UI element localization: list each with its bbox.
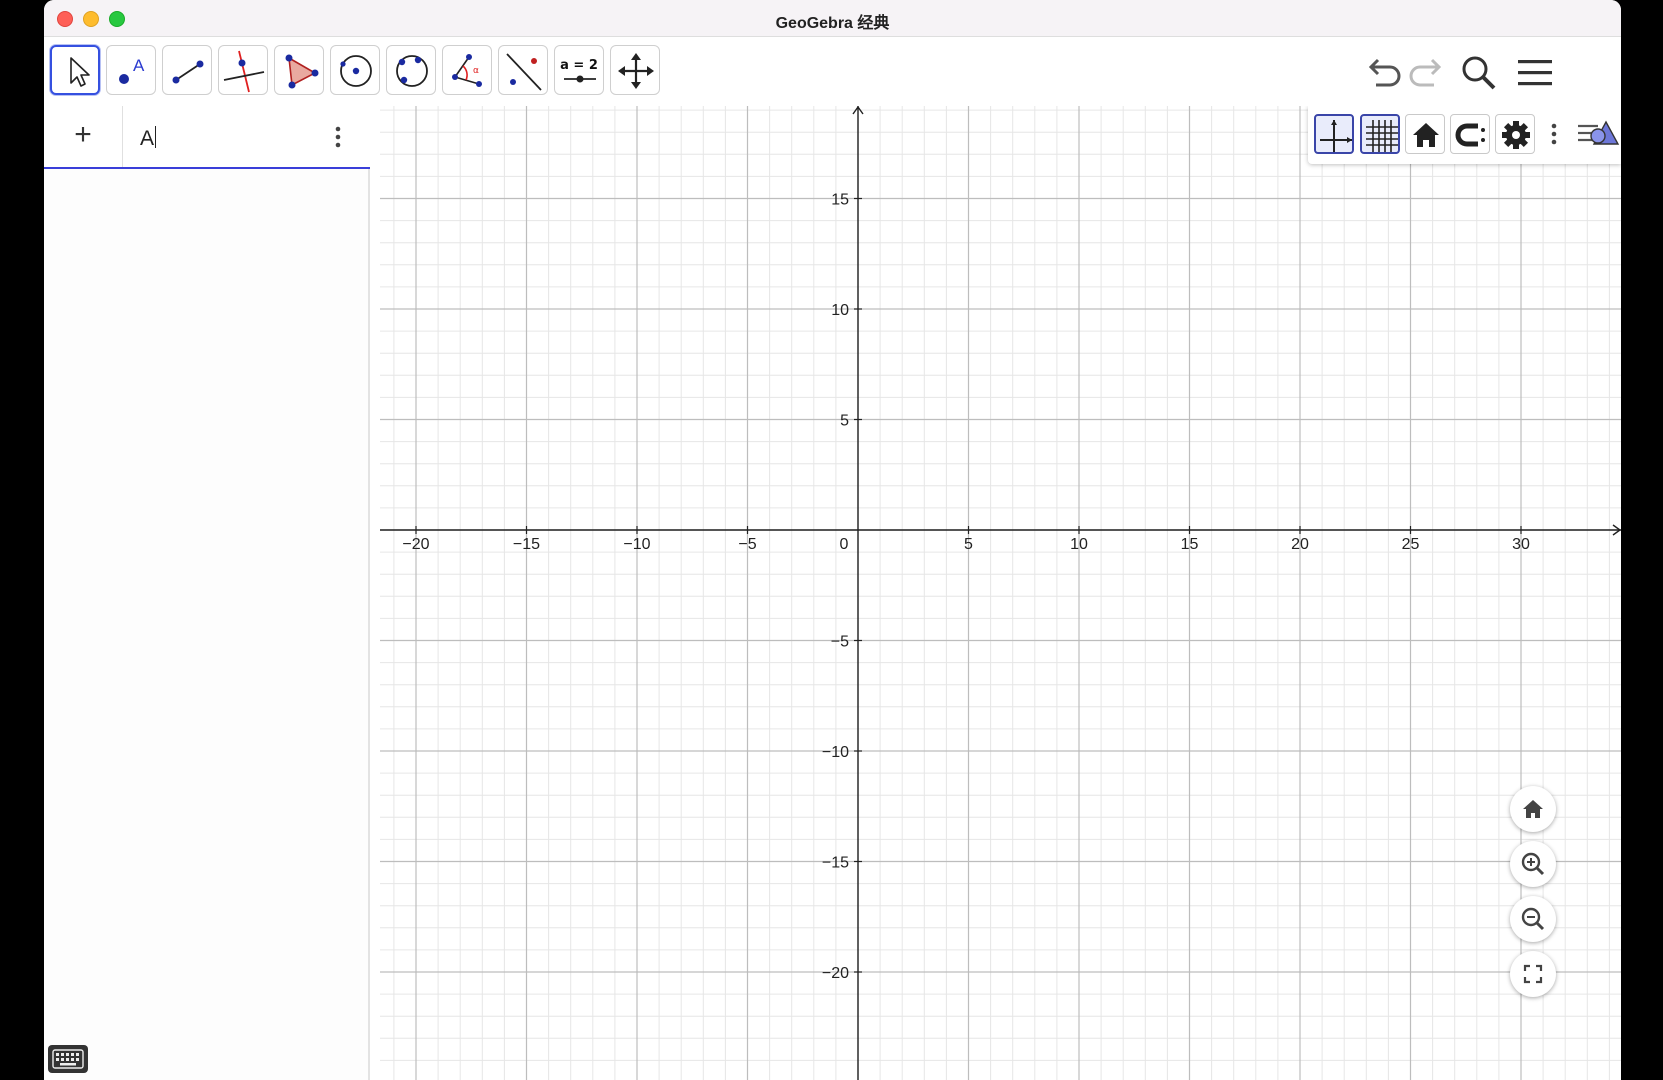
perpendicular-line-tool-icon [223,50,265,93]
window-title: GeoGebra 经典 [775,15,890,32]
redo-icon [1409,58,1442,87]
y-axis-labels: 15 10 5 −5 −10 −15 −20 [822,192,862,982]
segment-tool-icon [172,60,204,84]
y-tick-label: 15 [831,192,849,209]
fullscreen-icon [1523,964,1543,984]
reflect-line-tool-button[interactable] [498,45,548,95]
x-tick-label: 0 [840,536,849,553]
slider-tool-button[interactable]: a = 2 [554,45,604,95]
slider-tool-icon [564,75,596,83]
add-item-button[interactable]: + [44,106,123,167]
zoom-out-icon [1521,907,1545,931]
polygon-tool-icon [285,54,319,89]
move-tool-button[interactable] [50,45,100,95]
x-tick-label: −5 [738,536,756,553]
svg-text:α: α [473,66,479,76]
fullscreen-button[interactable] [1510,951,1556,997]
axes-toggle-button[interactable] [1314,114,1354,154]
x-tick-label: 10 [1070,536,1088,553]
more-options-icon [1551,123,1557,145]
settings-icon [1502,121,1530,149]
reflect-line-tool-icon [506,53,542,91]
circle-center-point-tool-button[interactable] [330,45,380,95]
standard-view-button[interactable] [1405,114,1445,154]
move-tool-icon [70,57,90,87]
keyboard-icon [52,1049,84,1069]
point-tool-icon: A [119,56,145,84]
home-icon [1523,800,1543,818]
more-options-button[interactable] [1544,120,1564,150]
x-tick-label: −10 [623,536,650,553]
app-window: GeoGebra 经典 A α a = 2 + A −20 −15 −10 −5… [44,0,1621,1080]
y-tick-label: 10 [831,302,849,319]
major-grid [380,106,1621,1080]
undo-icon [1368,58,1401,87]
angle-tool-button[interactable]: α [442,45,492,95]
x-tick-label: 15 [1181,536,1199,553]
coordinate-plane[interactable]: −20 −15 −10 −5 0 5 10 15 20 25 30 15 10 5 −5 −10 −15 −20 [380,106,1621,1080]
axes [380,106,1621,1080]
main-menu-button[interactable] [1512,51,1556,95]
circle-center-point-tool-icon [340,55,372,87]
more-vertical-icon [335,126,341,148]
virtual-keyboard-button[interactable] [48,1045,88,1073]
x-tick-label: 30 [1512,536,1530,553]
y-tick-label: −20 [822,965,849,982]
point-capturing-icon [1455,123,1485,147]
algebra-view: + A [44,106,370,1080]
y-tick-label: 5 [840,413,849,430]
axes-toggle-icon [1320,120,1352,152]
graphics-style-bar [1308,106,1621,164]
x-tick-label: 5 [964,536,973,553]
main-toolbar: A α a = 2 [44,37,1621,106]
grid-toggle-button[interactable] [1360,114,1400,154]
algebra-input-value: A [140,127,155,150]
x-tick-label: 20 [1291,536,1309,553]
input-row-menu-button[interactable] [326,122,350,152]
polygon-tool-button[interactable] [274,45,324,95]
x-tick-label: 25 [1402,536,1420,553]
move-graphics-view-tool-button[interactable] [610,45,660,95]
settings-button[interactable] [1495,114,1535,154]
perpendicular-line-tool-button[interactable] [218,45,268,95]
x-tick-label: −15 [513,536,540,553]
search-icon [1462,56,1496,90]
graphics-style-icon [1578,120,1620,145]
algebra-input-row: + A [44,106,370,169]
circle-three-points-tool-icon [396,55,428,87]
standard-view-icon [1413,123,1439,147]
minor-grid [380,106,1621,1080]
search-button[interactable] [1456,51,1500,95]
y-tick-label: −5 [831,634,849,651]
angle-tool-icon: α [452,54,482,87]
algebra-input-field[interactable]: A [140,126,157,151]
move-graphics-view-tool-icon [618,53,654,89]
point-capturing-button[interactable] [1450,114,1490,154]
menu-icon [1518,60,1552,86]
x-tick-label: −20 [402,536,429,553]
y-tick-label: −15 [822,855,849,872]
svg-text:A: A [133,56,145,75]
grid-toggle-icon [1366,120,1398,152]
zoom-in-icon [1521,852,1545,876]
segment-tool-button[interactable] [162,45,212,95]
point-tool-button[interactable]: A [106,45,156,95]
zoom-out-button[interactable] [1510,896,1556,942]
undo-button[interactable] [1360,51,1404,95]
text-caret [155,126,157,148]
graphics-style-toggle-button[interactable] [1576,114,1620,154]
y-tick-label: −10 [822,744,849,761]
graphics-view[interactable]: −20 −15 −10 −5 0 5 10 15 20 25 30 15 10 5 −5 −10 −15 −20 [380,106,1621,1080]
zoom-in-button[interactable] [1510,841,1556,887]
title-bar: GeoGebra 经典 [44,0,1621,37]
standard-view-zoom-button[interactable] [1510,786,1556,832]
circle-three-points-tool-button[interactable] [386,45,436,95]
redo-button[interactable] [1406,51,1450,95]
